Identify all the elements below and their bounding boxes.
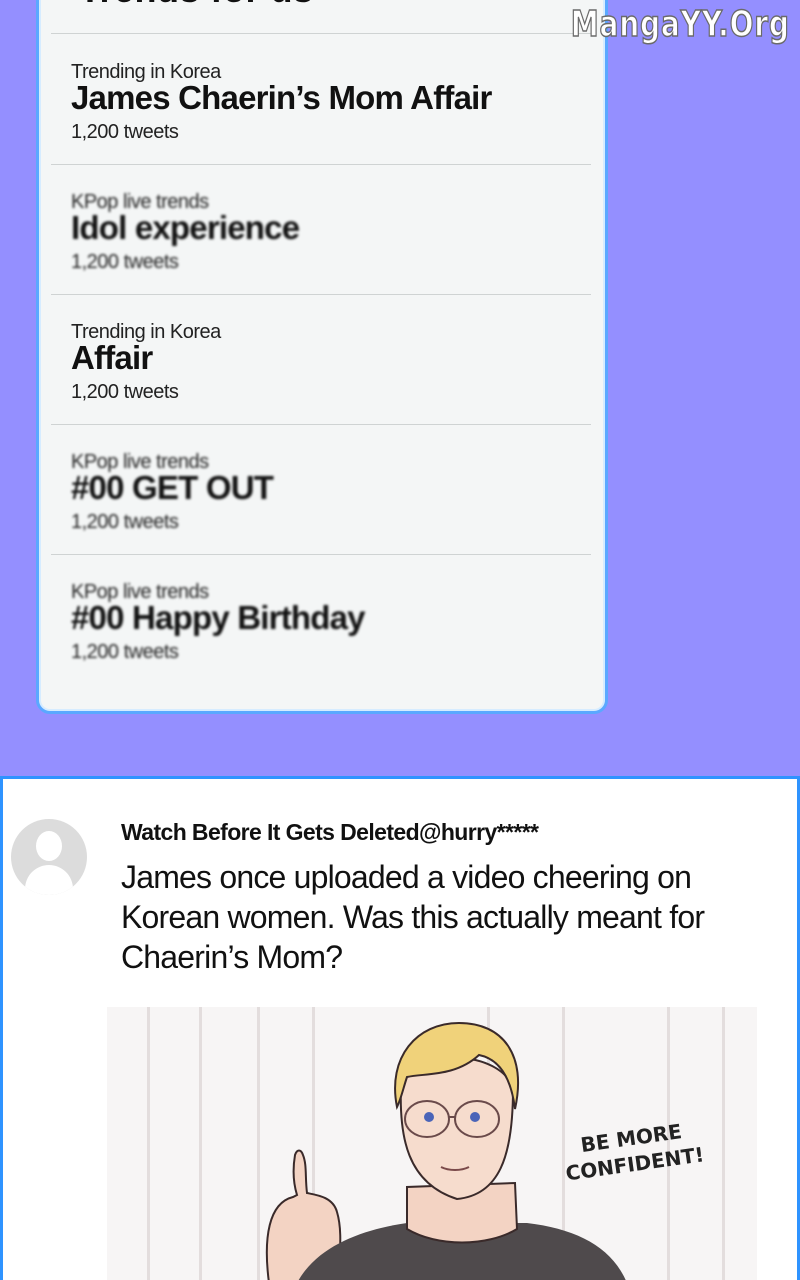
trend-name: Affair [71,339,153,376]
avatar-body-shape [25,865,73,895]
trend-count: 1,200 tweets [71,511,179,533]
comic-panel-post: Watch Before It Gets Deleted@hurry***** … [0,776,800,1280]
trend-name: Idol experience [71,209,300,246]
trend-count: 1,200 tweets [71,121,179,143]
trends-card: Trends for us Trending in Korea James Ch… [36,0,608,714]
trend-item[interactable]: Trending in Korea Affair 1,200 tweets [51,295,591,425]
trend-item[interactable]: KPop live trends #00 GET OUT 1,200 tweet… [51,425,591,555]
comic-panel-trends: Trends for us Trending in Korea James Ch… [0,0,800,776]
trend-item[interactable]: KPop live trends Idol experience 1,200 t… [51,165,591,295]
avatar[interactable] [11,819,87,895]
trend-name: #00 GET OUT [71,469,274,506]
trends-title: Trends for us [79,0,314,11]
site-watermark: MangaYY.Org [570,3,790,46]
trend-name: James Chaerin’s Mom Affair [71,79,492,116]
trend-count: 1,200 tweets [71,641,179,663]
post-handle[interactable]: Watch Before It Gets Deleted@hurry***** [121,819,539,846]
trend-name: #00 Happy Birthday [71,599,366,636]
avatar-head-shape [36,831,62,861]
divider [51,33,593,34]
trend-count: 1,200 tweets [71,251,179,273]
trend-item[interactable]: Trending in Korea James Chaerin’s Mom Af… [51,35,591,165]
post-text: James once uploaded a video cheering on … [121,859,705,975]
trend-item[interactable]: KPop live trends #00 Happy Birthday 1,20… [51,555,591,685]
video-thumbnail[interactable]: BE MORE CONFIDENT! [107,1007,757,1280]
trend-count: 1,200 tweets [71,381,179,403]
